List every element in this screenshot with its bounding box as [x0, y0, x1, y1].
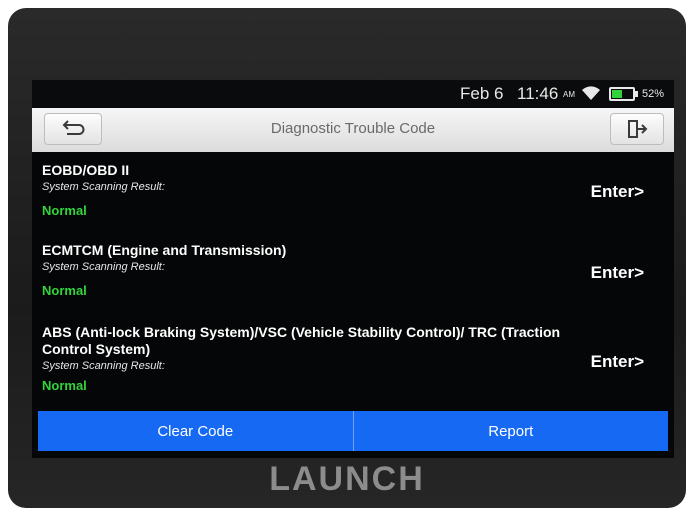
scan-status: Normal	[42, 203, 87, 218]
scan-result-label: System Scanning Result:	[42, 360, 165, 372]
scan-tool-device: Feb 6 11:46 AM 52% Diagnostic Trouble Co…	[8, 8, 686, 508]
status-ampm: AM	[563, 90, 575, 99]
scan-status: Normal	[42, 378, 87, 393]
wifi-icon	[582, 86, 600, 100]
system-name: ABS (Anti-lock Braking System)/VSC (Vehi…	[42, 324, 561, 357]
exit-button[interactable]	[610, 113, 664, 145]
enter-button[interactable]: Enter>	[591, 352, 644, 372]
page-title: Diagnostic Trouble Code	[270, 120, 436, 137]
scan-status: Normal	[42, 283, 87, 298]
action-bar: Clear Code Report	[38, 411, 668, 451]
status-bar: Feb 6 11:46 AM 52%	[32, 80, 674, 108]
device-screen: Feb 6 11:46 AM 52% Diagnostic Trouble Co…	[32, 80, 674, 458]
list-item[interactable]: ABS (Anti-lock Braking System)/VSC (Vehi…	[42, 324, 562, 393]
title-bar: Diagnostic Trouble Code	[32, 108, 674, 152]
status-time: 11:46	[517, 84, 559, 103]
exit-icon	[628, 120, 648, 138]
scan-result-label: System Scanning Result:	[42, 261, 165, 273]
enter-button[interactable]: Enter>	[591, 263, 644, 283]
brand-logo: LAUNCH	[269, 460, 425, 498]
system-name: EOBD/OBD II	[42, 162, 130, 178]
battery-percent: 52%	[642, 88, 665, 100]
system-name: ECMTCM (Engine and Transmission)	[42, 242, 287, 258]
battery-icon	[609, 87, 635, 101]
enter-button[interactable]: Enter>	[591, 182, 644, 202]
battery-level-fill	[612, 90, 623, 98]
status-date: Feb 6	[460, 84, 504, 103]
battery-tip	[635, 91, 638, 97]
list-item[interactable]: ECMTCM (Engine and Transmission) System …	[42, 242, 662, 298]
list-item[interactable]: EOBD/OBD II System Scanning Result: Norm…	[42, 162, 662, 218]
clear-code-button[interactable]: Clear Code	[38, 411, 353, 451]
scan-result-label: System Scanning Result:	[42, 181, 165, 193]
report-button[interactable]: Report	[354, 411, 669, 451]
